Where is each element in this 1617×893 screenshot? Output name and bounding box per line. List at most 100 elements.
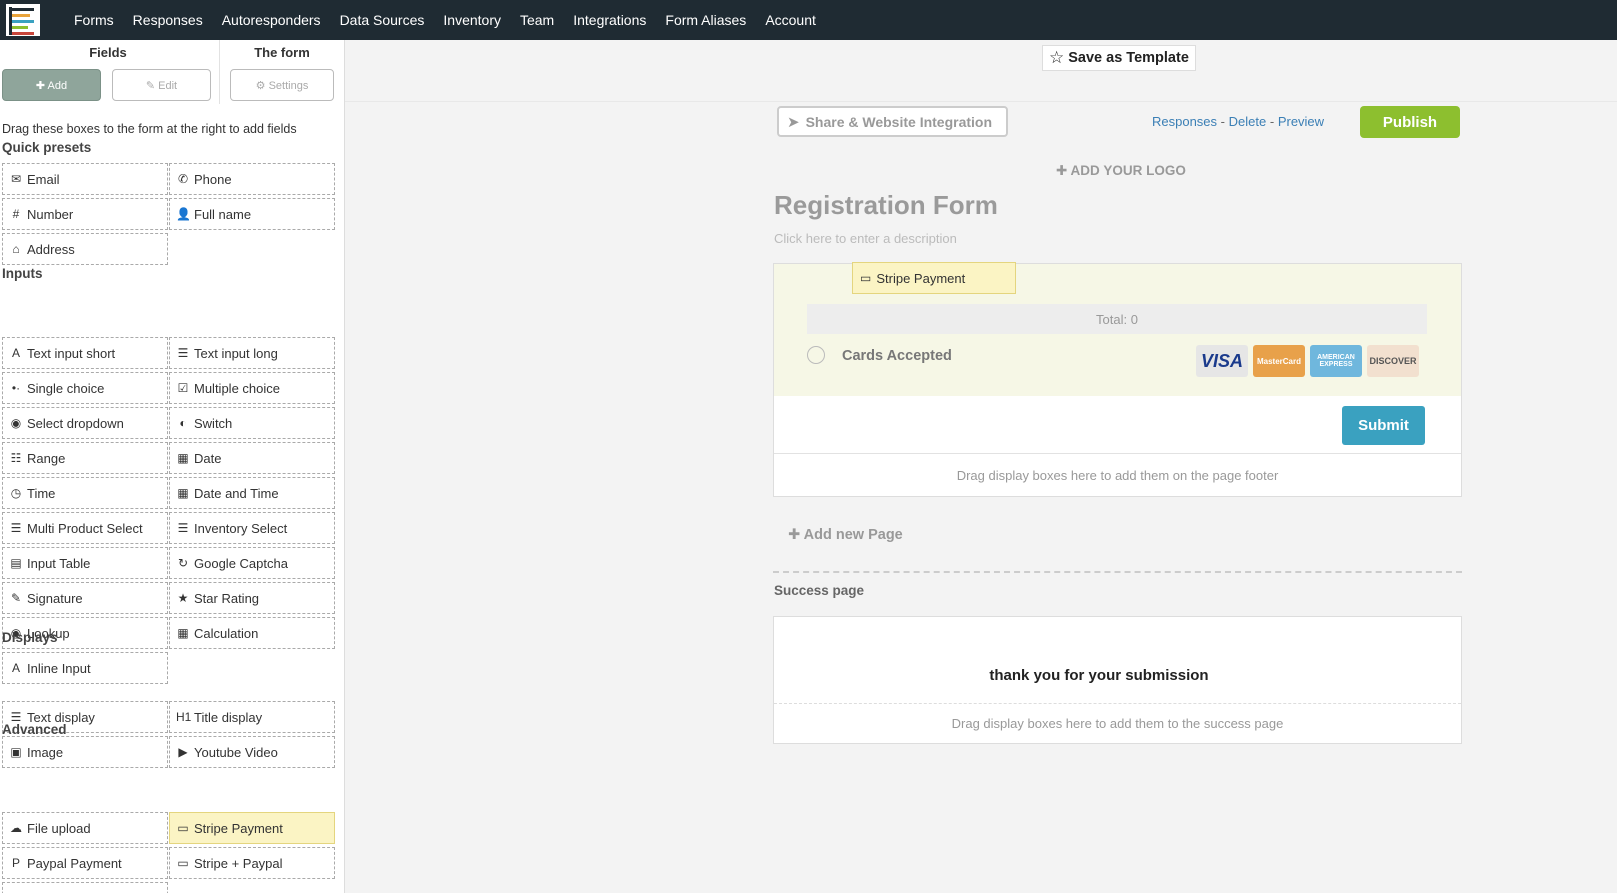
field-box-paypal-payment[interactable]: P Paypal Payment — [2, 847, 168, 879]
add-logo-button[interactable]: ✚ ADD YOUR LOGO — [1056, 163, 1186, 179]
preview-link[interactable]: Preview — [1278, 114, 1324, 129]
field-box-label: Inventory Select — [194, 520, 288, 536]
add-new-page-button[interactable]: ✚ Add new Page — [788, 527, 903, 543]
field-box-date-and-time[interactable]: ▦ Date and Time — [169, 477, 335, 509]
settings-button[interactable]: ⚙ Settings — [230, 69, 334, 101]
field-box-label: Signature — [27, 590, 83, 606]
credit-card-icon: ▭ — [860, 271, 872, 285]
field-box-label: Text input long — [194, 345, 278, 361]
google-captcha-icon: ↻ — [177, 556, 189, 570]
field-box-email[interactable]: ✉ Email — [2, 163, 168, 195]
field-box-star-rating[interactable]: ★ Star Rating — [169, 582, 335, 614]
field-box-youtube-video[interactable]: ▶ Youtube Video — [169, 736, 335, 768]
nav-inventory[interactable]: Inventory — [443, 12, 501, 28]
field-box-payflow-pro[interactable]: PPayflow PRO — [2, 882, 168, 893]
section-quick-presets: Quick presets — [2, 140, 92, 155]
field-box-label: Full name — [194, 206, 252, 222]
edit-button[interactable]: ✎ Edit — [112, 69, 211, 101]
range-icon: ☷ — [10, 451, 22, 465]
field-box-number[interactable]: # Number — [2, 198, 168, 230]
field-box-range[interactable]: ☷ Range — [2, 442, 168, 474]
field-box-stripe-paypal[interactable]: ▭ Stripe + Paypal — [169, 847, 335, 879]
form-page-card: ▭ Stripe Payment Total: 0 Cards Accepted… — [773, 262, 1462, 497]
publish-button[interactable]: Publish — [1360, 106, 1460, 138]
date-icon: ▦ — [177, 451, 189, 465]
text-input-long-icon: ☰ — [177, 346, 189, 360]
field-box-date[interactable]: ▦ Date — [169, 442, 335, 474]
field-box-stripe-payment[interactable]: ▭ Stripe Payment — [169, 812, 335, 844]
field-box-google-captcha[interactable]: ↻ Google Captcha — [169, 547, 335, 579]
star-icon: ☆ — [1049, 48, 1065, 67]
top-navbar: Forms Responses Autoresponders Data Sour… — [0, 0, 1617, 40]
date-and-time-icon: ▦ — [177, 486, 189, 500]
field-box-address[interactable]: ⌂ Address — [2, 233, 168, 265]
field-box-select-dropdown[interactable]: ◉ Select dropdown — [2, 407, 168, 439]
header-divider — [219, 40, 220, 104]
field-box-inventory-select[interactable]: ☰ Inventory Select — [169, 512, 335, 544]
success-message[interactable]: thank you for your submission — [774, 667, 1424, 684]
field-box-image[interactable]: ▣ Image — [2, 736, 168, 768]
field-box-phone[interactable]: ✆ Phone — [169, 163, 335, 195]
field-box-label: Phone — [194, 171, 232, 187]
section-advanced: Advanced — [2, 722, 67, 737]
nav-responses[interactable]: Responses — [133, 12, 203, 28]
field-box-label: Switch — [194, 415, 233, 431]
form-description[interactable]: Click here to enter a description — [774, 231, 957, 246]
amex-card-icon: AMERICAN EXPRESS — [1310, 345, 1362, 377]
nav-autoresponders[interactable]: Autoresponders — [222, 12, 321, 28]
field-box-inline-input[interactable]: A Inline Input — [2, 652, 168, 684]
field-box-signature[interactable]: ✎ Signature — [2, 582, 168, 614]
stripe-payment-tag[interactable]: ▭ Stripe Payment — [852, 262, 1016, 294]
save-template-label: Save as Template — [1068, 50, 1189, 66]
responses-link[interactable]: Responses — [1152, 114, 1217, 129]
submit-button[interactable]: Submit — [1342, 406, 1425, 445]
single-choice-icon: •· — [11, 381, 21, 395]
cards-accepted-label: Cards Accepted — [842, 348, 952, 364]
delete-link[interactable]: Delete — [1229, 114, 1267, 129]
field-box-input-table[interactable]: ▤ Input Table — [2, 547, 168, 579]
field-box-file-upload[interactable]: ☁ File upload — [2, 812, 168, 844]
form-title[interactable]: Registration Form — [774, 190, 998, 221]
nav-forms[interactable]: Forms — [74, 12, 114, 28]
field-box-full-name[interactable]: 👤 Full name — [169, 198, 335, 230]
input-table-icon: ▤ — [10, 556, 22, 570]
field-box-single-choice[interactable]: •· Single choice — [2, 372, 168, 404]
add-button[interactable]: ✚ Add — [2, 69, 101, 101]
inline-input-icon: A — [11, 661, 20, 675]
full-name-icon: 👤 — [176, 207, 191, 221]
field-box-label: Star Rating — [194, 590, 260, 606]
form-links: Responses - Delete - Preview — [1152, 114, 1324, 129]
field-box-title-display[interactable]: H1 Title display — [169, 701, 335, 733]
success-drop-zone[interactable]: Drag display boxes here to add them to t… — [774, 703, 1461, 743]
field-box-multiple-choice[interactable]: ☑ Multiple choice — [169, 372, 335, 404]
field-box-multi-product-select[interactable]: ☰ Multi Product Select — [2, 512, 168, 544]
field-box-label: File upload — [27, 820, 91, 836]
switch-icon: ◐ — [179, 416, 187, 430]
success-page-card: thank you for your submission Drag displ… — [773, 616, 1462, 744]
calculation-icon: ▦ — [177, 626, 189, 640]
nav-team[interactable]: Team — [520, 12, 554, 28]
share-integration-button[interactable]: ➤ Share & Website Integration — [777, 106, 1008, 137]
field-box-label: Time — [27, 485, 56, 501]
field-box-switch[interactable]: ◐ Switch — [169, 407, 335, 439]
paper-plane-icon: ➤ — [787, 113, 800, 131]
field-box-text-input-short[interactable]: A Text input short — [2, 337, 168, 369]
field-box-time[interactable]: ◷ Time — [2, 477, 168, 509]
fields-sidebar: Fields The form ✚ Add ✎ Edit ⚙ Settings … — [0, 40, 345, 893]
app-logo[interactable] — [4, 2, 42, 38]
field-box-calculation[interactable]: ▦ Calculation — [169, 617, 335, 649]
nav-account[interactable]: Account — [765, 12, 816, 28]
card-radio[interactable] — [807, 346, 825, 364]
stripe-payment-field[interactable]: ▭ Stripe Payment Total: 0 Cards Accepted… — [774, 262, 1461, 396]
nav-data-sources[interactable]: Data Sources — [340, 12, 425, 28]
field-box-text-input-long[interactable]: ☰ Text input long — [169, 337, 335, 369]
nav-integrations[interactable]: Integrations — [573, 12, 646, 28]
time-icon: ◷ — [10, 486, 22, 500]
field-box-label: Multi Product Select — [27, 520, 143, 536]
stripe-tag-label: Stripe Payment — [876, 270, 966, 286]
nav-form-aliases[interactable]: Form Aliases — [665, 12, 746, 28]
drag-hint: Drag these boxes to the form at the righ… — [2, 122, 297, 136]
save-as-template-button[interactable]: ☆ Save as Template — [1042, 45, 1196, 71]
section-inputs: Inputs — [2, 266, 43, 281]
footer-drop-zone[interactable]: Drag display boxes here to add them on t… — [774, 453, 1461, 496]
